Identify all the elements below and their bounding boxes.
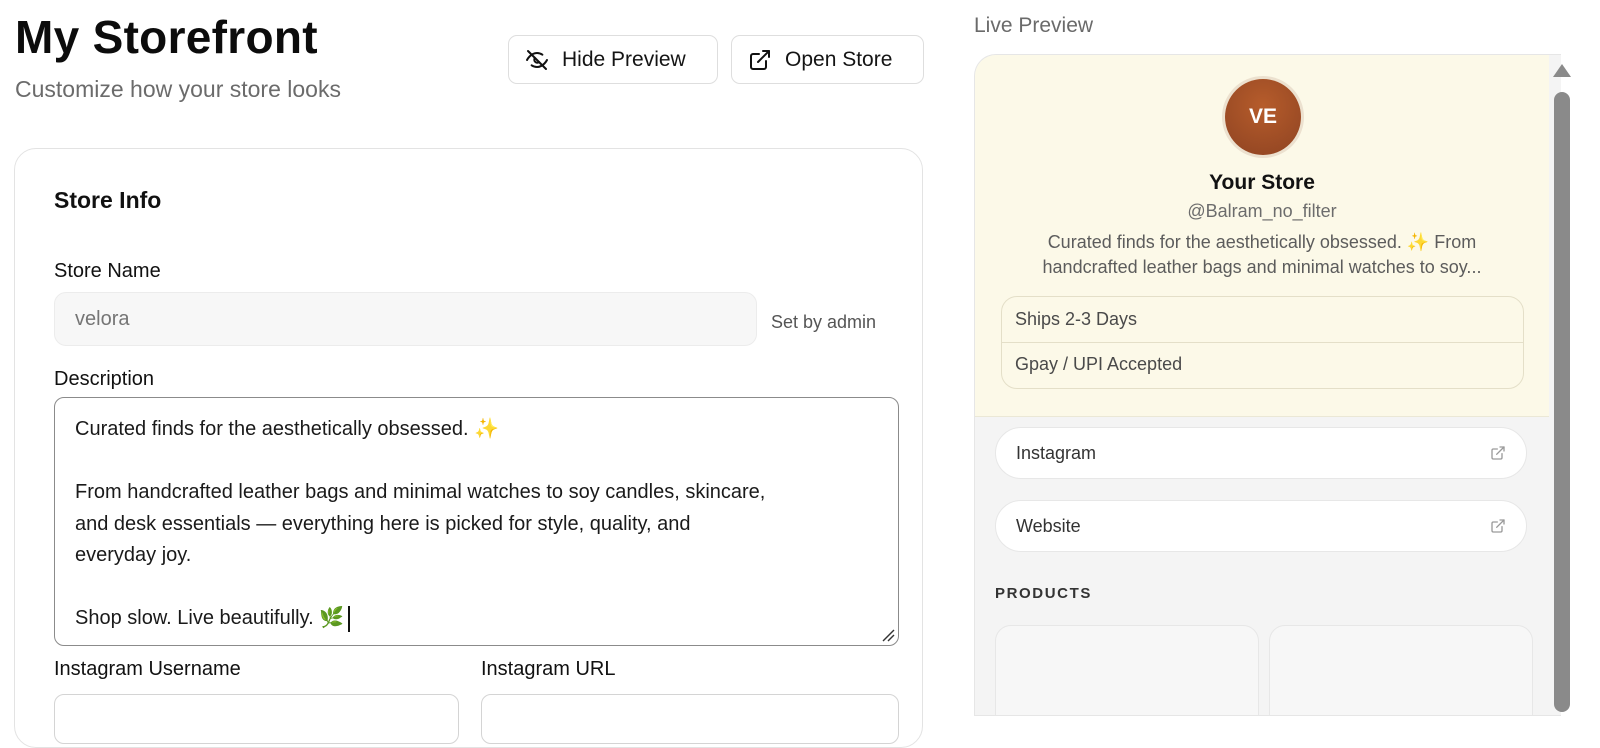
- store-info-card: Store Info Store Name Set by admin Descr…: [14, 148, 923, 748]
- instagram-url-label: Instagram URL: [481, 658, 616, 680]
- description-label: Description: [54, 368, 155, 390]
- instagram-username-input[interactable]: [54, 694, 459, 744]
- shipping-info: Ships 2-3 Days: [1015, 309, 1138, 329]
- resize-grip-icon[interactable]: [881, 628, 895, 642]
- page-subtitle: Customize how your store looks: [15, 76, 341, 102]
- desc-line: and desk essentials — everything here is…: [75, 512, 691, 535]
- product-card[interactable]: [1269, 625, 1533, 715]
- preview-store-name: Your Store: [1209, 171, 1315, 194]
- scrollbar-thumb[interactable]: [1554, 92, 1570, 712]
- instagram-url-input[interactable]: [481, 694, 899, 744]
- desc-line: Curated finds for the aesthetically obse…: [75, 418, 469, 440]
- sparkles-icon: ✨: [474, 418, 500, 440]
- products-heading: PRODUCTS: [995, 585, 1092, 602]
- preview-desc-line: Curated finds for the aesthetically obse…: [1047, 232, 1477, 252]
- set-by-admin-note: Set by admin: [771, 312, 877, 332]
- preview-store-handle: @Balram_no_filter: [1187, 201, 1337, 221]
- preview-desc-line: handcrafted leather bags and minimal wat…: [1042, 257, 1482, 277]
- external-link-icon: [1491, 446, 1505, 460]
- description-textarea[interactable]: Curated finds for the aesthetically obse…: [54, 397, 899, 646]
- page-title: My Storefront: [15, 11, 318, 63]
- desc-line: Shop slow. Live beautifully.: [75, 607, 314, 629]
- preview-link-website[interactable]: Website: [995, 500, 1527, 552]
- product-card[interactable]: [995, 625, 1259, 715]
- open-store-label: Open Store: [785, 47, 893, 71]
- external-link-icon: [1491, 519, 1505, 533]
- preview-link-label: Website: [1016, 515, 1081, 536]
- preview-link-label: Instagram: [1016, 442, 1097, 463]
- scroll-up-arrow[interactable]: [1553, 64, 1571, 77]
- desc-line: everyday joy.: [75, 544, 192, 566]
- preview-store-header: VE Your Store @Balram_no_filter Curated …: [975, 55, 1549, 417]
- instagram-username-label: Instagram Username: [54, 658, 241, 680]
- open-store-button[interactable]: Open Store: [731, 35, 924, 84]
- payment-info: Gpay / UPI Accepted: [1015, 354, 1183, 374]
- divider: [1002, 342, 1523, 343]
- desc-line: From handcrafted leather bags and minima…: [75, 481, 766, 503]
- external-link-icon: [750, 49, 770, 70]
- hide-preview-button[interactable]: Hide Preview: [508, 35, 718, 84]
- live-preview-frame: VE Your Store @Balram_no_filter Curated …: [974, 54, 1561, 716]
- store-name-input[interactable]: [54, 292, 757, 346]
- preview-info-list: Ships 2-3 Days Gpay / UPI Accepted: [1001, 296, 1524, 389]
- hide-preview-label: Hide Preview: [562, 47, 686, 71]
- preview-link-instagram[interactable]: Instagram: [995, 427, 1527, 479]
- herb-icon: 🌿: [319, 607, 345, 629]
- avatar: VE: [1225, 79, 1301, 155]
- text-caret: [348, 605, 351, 632]
- preview-store-description: Curated finds for the aesthetically obse…: [1015, 230, 1509, 280]
- live-preview-label: Live Preview: [974, 14, 1094, 37]
- store-name-label: Store Name: [54, 260, 161, 282]
- card-title: Store Info: [54, 187, 162, 213]
- eye-off-icon: [526, 49, 548, 70]
